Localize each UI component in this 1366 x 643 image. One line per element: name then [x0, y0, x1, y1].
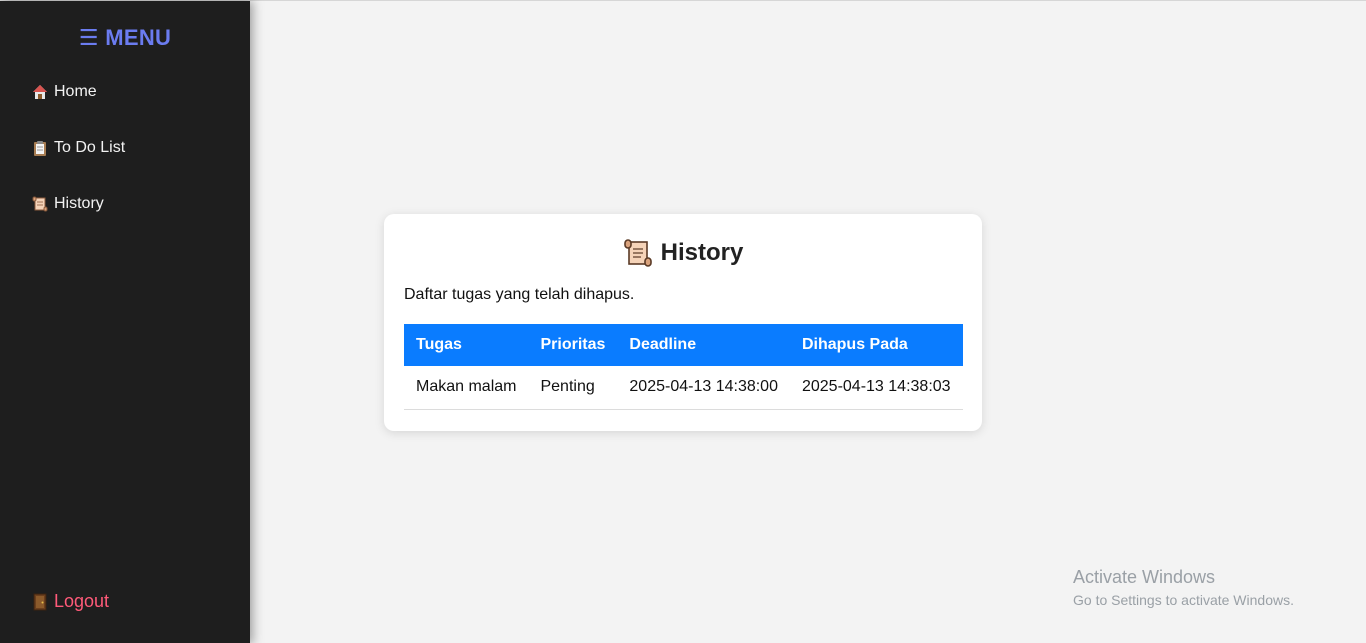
- column-header-tugas: Tugas: [416, 336, 462, 353]
- page-title-text: History: [660, 239, 744, 266]
- menu-title[interactable]: ☰ MENU: [0, 25, 250, 51]
- home-icon: [32, 84, 48, 100]
- page-title: History: [384, 238, 982, 268]
- sidebar-item-home[interactable]: Home: [32, 83, 97, 101]
- table-cell-tugas: Makan malam: [404, 366, 529, 410]
- page-description: Daftar tugas yang telah dihapus.: [404, 286, 635, 303]
- sidebar-item-todo[interactable]: To Do List: [32, 139, 125, 157]
- clipboard-icon: [32, 140, 48, 156]
- logout-button[interactable]: Logout: [32, 591, 109, 612]
- sidebar-item-label: History: [54, 195, 104, 212]
- table-cell-deadline: 2025-04-13 14:38:00: [617, 366, 790, 410]
- column-header-prioritas: Prioritas: [540, 336, 606, 353]
- column-header-dihapus-pada: Dihapus Pada: [801, 336, 908, 353]
- sidebar-item-history[interactable]: History: [32, 195, 104, 213]
- table-row: Makan malam Penting 2025-04-13 14:38:00 …: [404, 366, 963, 410]
- door-icon: [32, 593, 48, 611]
- table-cell-dihapus-pada: 2025-04-13 14:38:03: [789, 366, 963, 410]
- logout-label: Logout: [54, 591, 110, 611]
- column-header-deadline: Deadline: [629, 336, 697, 353]
- windows-activation-watermark: Activate Windows Go to Settings to activ…: [1073, 567, 1294, 608]
- scroll-icon: [32, 196, 48, 212]
- watermark-title: Activate Windows: [1073, 567, 1216, 587]
- sidebar: ☰ MENU Home To Do List History Logout: [0, 1, 250, 643]
- table-header-row: Tugas Prioritas Deadline Dihapus Pada: [404, 324, 963, 366]
- history-card: History Daftar tugas yang telah dihapus.…: [384, 214, 982, 431]
- sidebar-item-label: Home: [54, 83, 97, 100]
- history-table: Tugas Prioritas Deadline Dihapus Pada Ma…: [404, 324, 963, 410]
- table-cell-prioritas: Penting: [528, 366, 618, 410]
- watermark-subtitle: Go to Settings to activate Windows.: [1073, 592, 1294, 608]
- scroll-icon: [623, 238, 653, 268]
- sidebar-item-label: To Do List: [54, 139, 126, 156]
